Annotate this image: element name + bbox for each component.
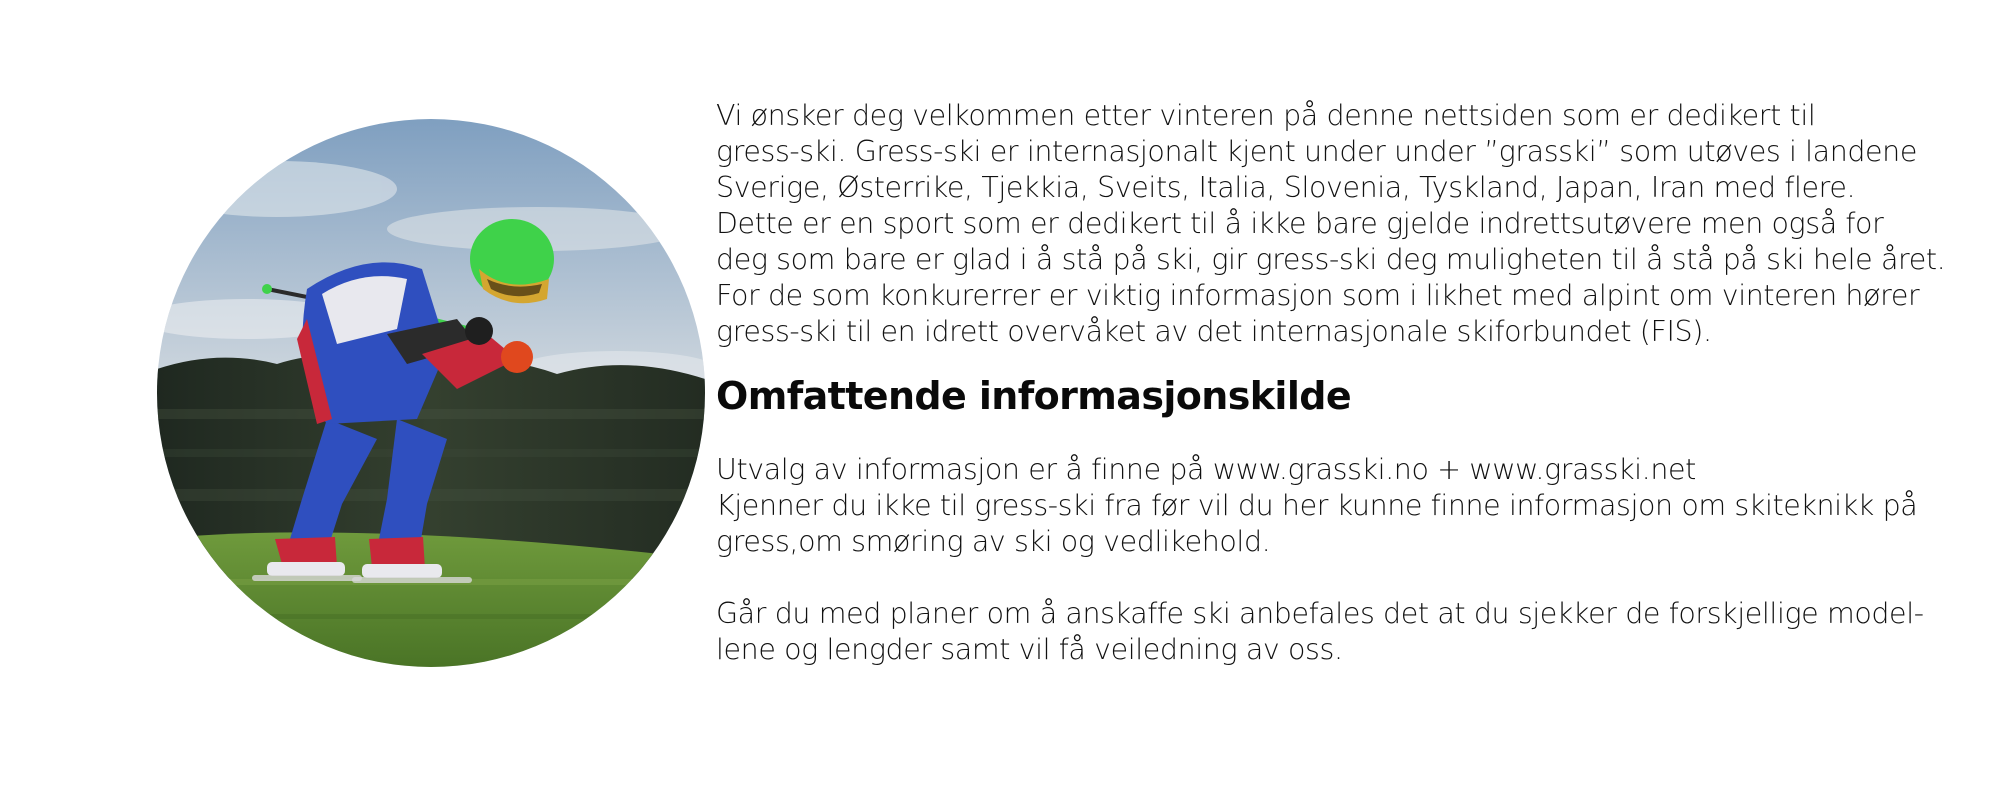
- intro-line: Sverige, Østerrike, Tjekkia, Sveits, Ita…: [716, 171, 1856, 204]
- grass-slope: [157, 532, 705, 667]
- intro-text: Vi ønsker deg velkommen etter vinteren p…: [716, 98, 1986, 350]
- skier-illustration: [157, 119, 705, 667]
- info-line: gress,om smøring av ski og vedlikehold.: [716, 525, 1271, 558]
- intro-line: Dette er en sport som er dedikert til å …: [716, 207, 1884, 240]
- intro-line: deg som bare er glad i å stå på ski, gir…: [716, 243, 1946, 276]
- section-heading: Omfattende informasjonskilde: [716, 374, 1352, 418]
- main-content: Vi ønsker deg velkommen etter vinteren p…: [716, 98, 1986, 668]
- purchase-line: Går du med planer om å anskaffe ski anbe…: [716, 597, 1924, 630]
- grass-skier-photo: [157, 119, 705, 667]
- intro-line: gress-ski. Gress-ski er internasjonalt k…: [716, 135, 1917, 168]
- info-line: Kjenner du ikke til gress-ski fra før vi…: [716, 489, 1918, 522]
- purchase-line: lene og lengder samt vil få veiledning a…: [716, 633, 1343, 666]
- info-paragraph: Utvalg av informasjon er å finne på www.…: [716, 452, 1986, 668]
- intro-line: gress-ski til en idrett overvåket av det…: [716, 315, 1712, 348]
- info-line: Utvalg av informasjon er å finne på www.…: [716, 453, 1696, 486]
- intro-line: Vi ønsker deg velkommen etter vinteren p…: [716, 99, 1816, 132]
- intro-line: For de som konkurerrer er viktig informa…: [716, 279, 1920, 312]
